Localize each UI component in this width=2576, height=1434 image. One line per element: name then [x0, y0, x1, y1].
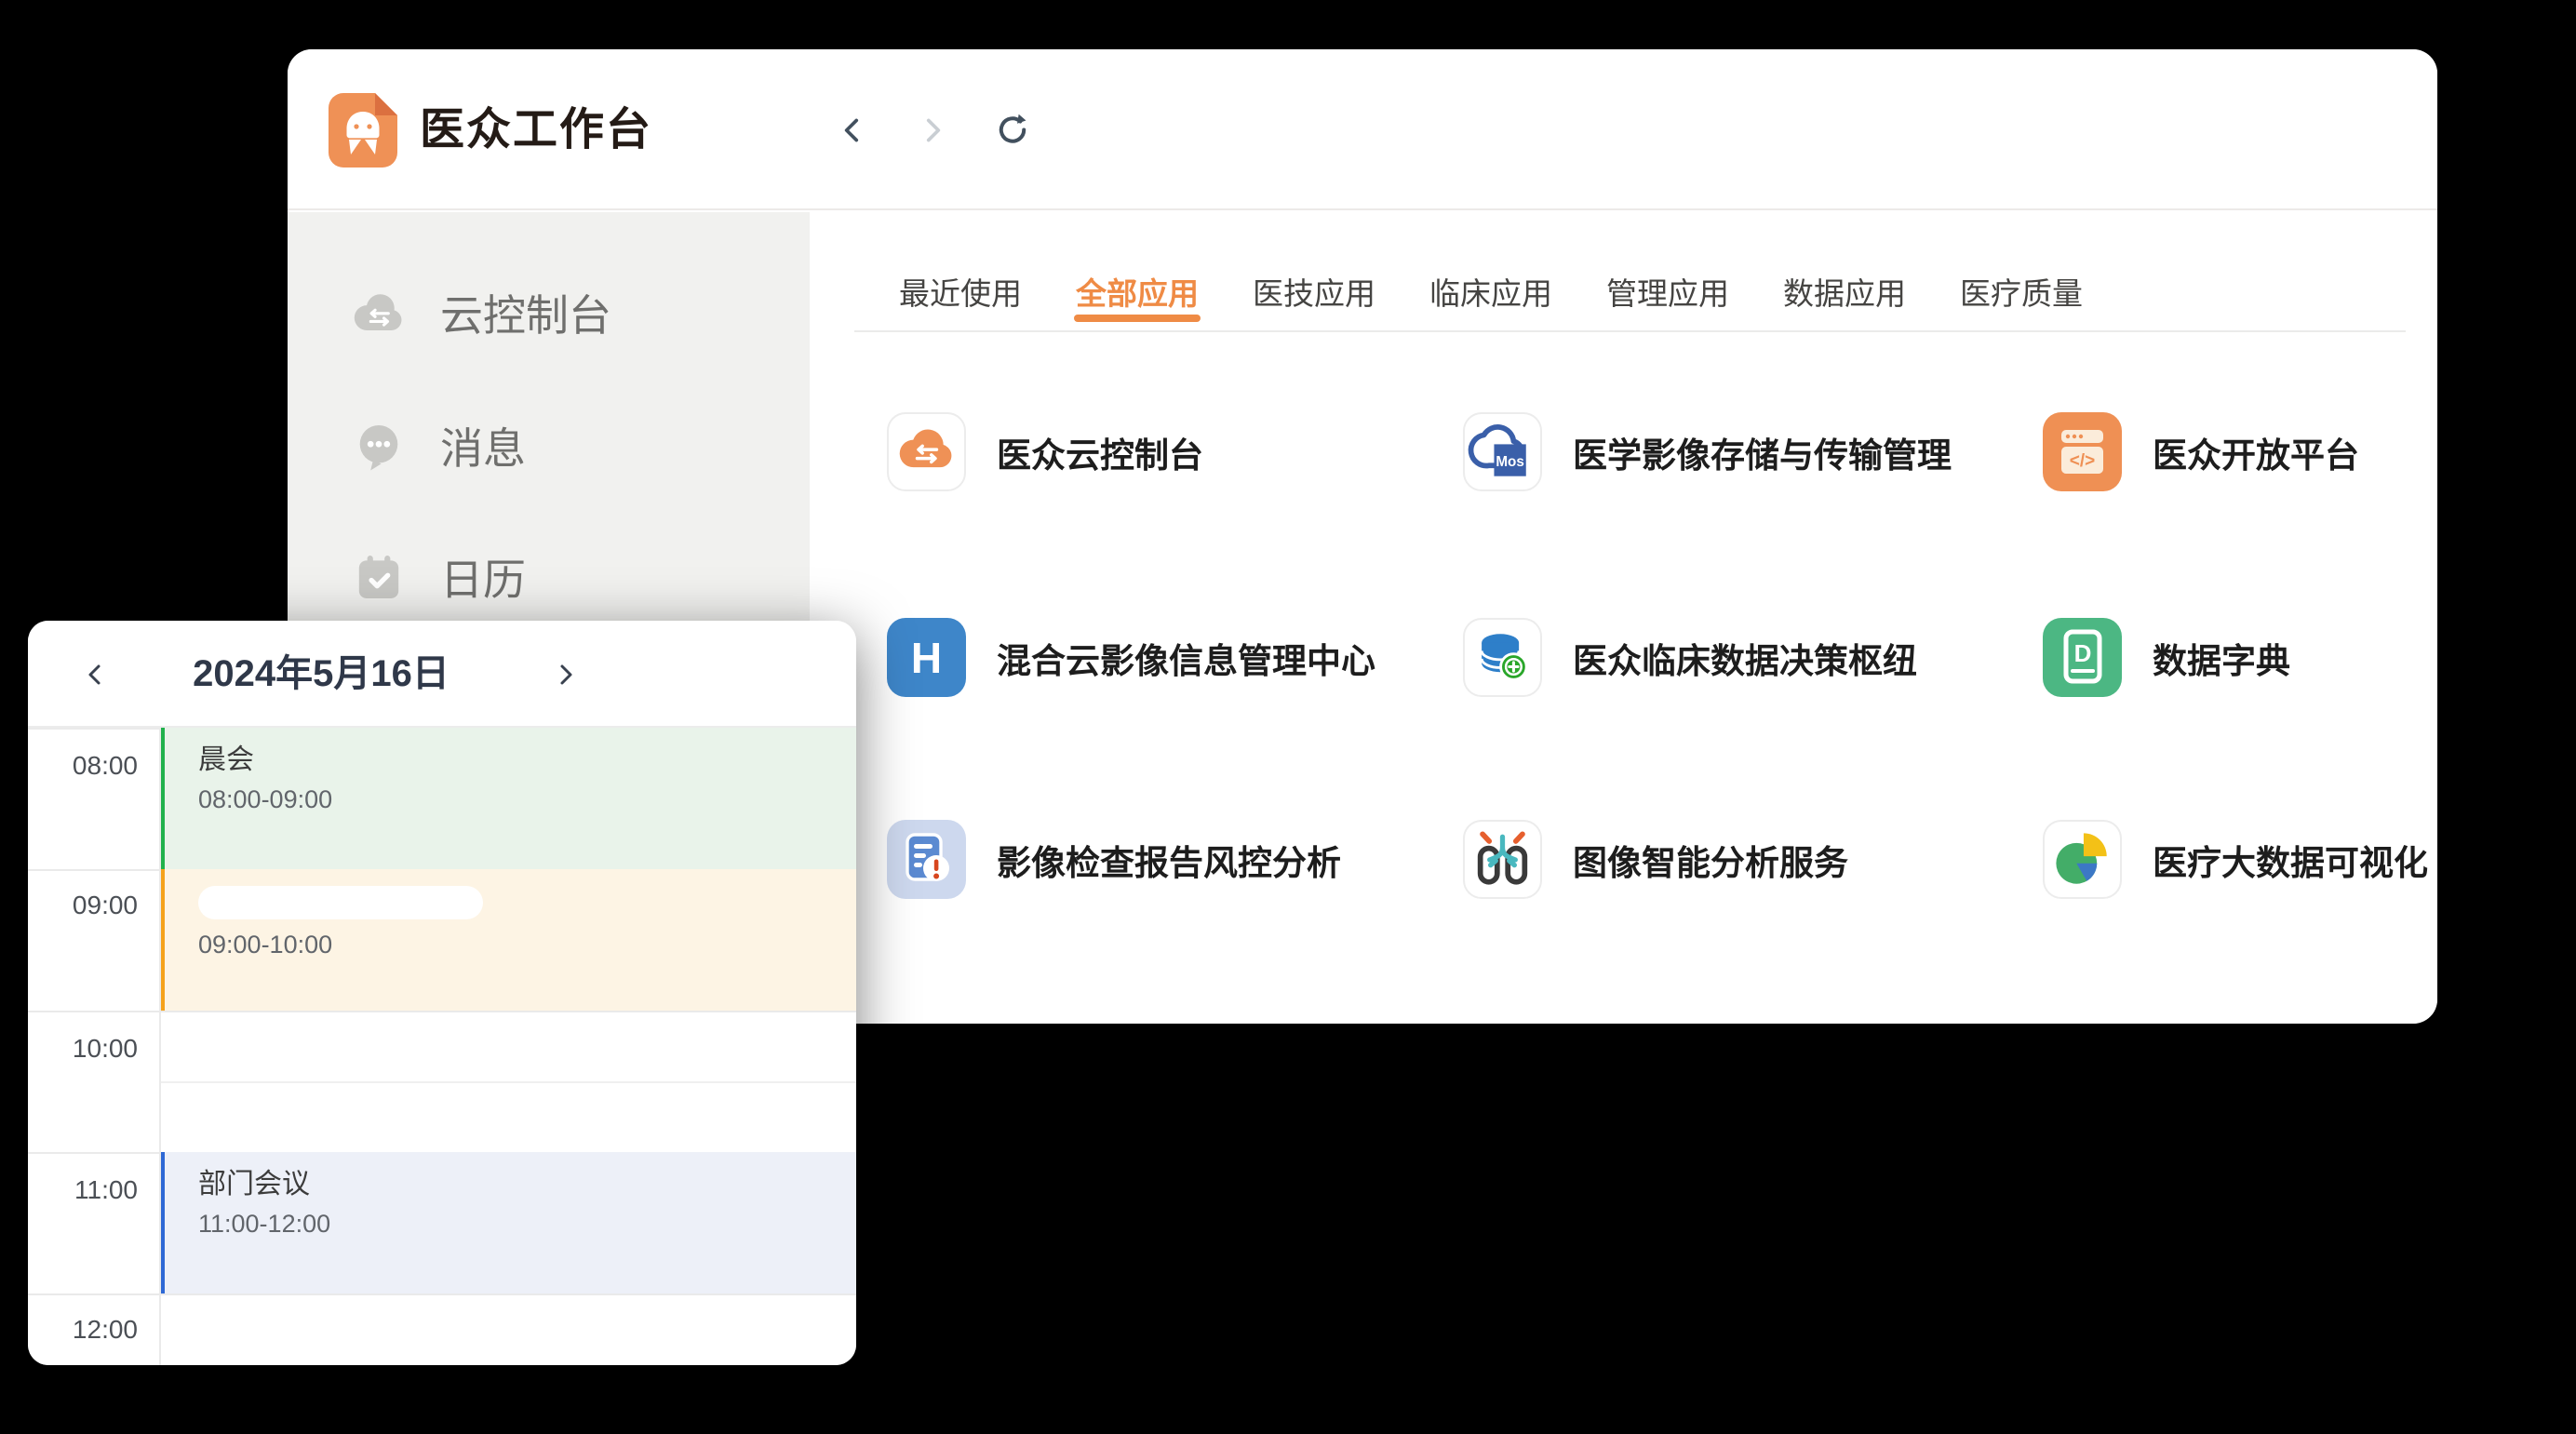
- event-time: 08:00-09:00: [198, 785, 856, 814]
- app-item-open-platform[interactable]: </> 医众开放平台: [2043, 412, 2359, 491]
- app-item-hybrid-cloud-center[interactable]: H 混合云影像信息管理中心: [887, 618, 1375, 697]
- svg-text:</>: </>: [2070, 451, 2095, 471]
- header-nav: [834, 49, 1031, 210]
- app-label: 影像检查报告风控分析: [997, 835, 1341, 885]
- window-header: 医众工作台: [288, 49, 2437, 210]
- hybrid-cloud-h-icon: H: [887, 618, 966, 697]
- time-label: 11:00: [28, 1176, 138, 1204]
- app-item-image-ai-analysis[interactable]: 图像智能分析服务: [1463, 820, 1848, 899]
- back-icon[interactable]: [834, 112, 871, 149]
- pie-chart-icon: [2045, 820, 2120, 899]
- app-label: 医众云控制台: [997, 427, 1203, 477]
- tab-medtech-apps[interactable]: 医技应用: [1253, 273, 1375, 315]
- app-item-cloud-console[interactable]: 医众云控制台: [887, 412, 1203, 491]
- refresh-icon[interactable]: [994, 112, 1031, 149]
- calendar-event-morning-meeting[interactable]: 晨会 08:00-09:00: [159, 728, 856, 869]
- calendar-date-label: 2024年5月16日: [168, 621, 475, 728]
- tabs-divider: [854, 330, 2406, 332]
- event-title: 晨会: [198, 743, 856, 778]
- app-item-data-dictionary[interactable]: D 数据字典: [2043, 618, 2290, 697]
- sidebar-item-label: 云控制台: [440, 282, 611, 343]
- calendar-icon: [351, 549, 407, 605]
- app-item-big-data-visualization[interactable]: 医疗大数据可视化: [2043, 820, 2428, 899]
- calendar-panel: 2024年5月16日 08:00 09:00 10:00 11:00 12:00…: [28, 621, 856, 1365]
- time-label: 09:00: [28, 891, 138, 919]
- forward-icon[interactable]: [914, 112, 951, 149]
- lungs-ai-icon: [1465, 820, 1540, 899]
- tab-admin-apps[interactable]: 管理应用: [1606, 273, 1729, 315]
- app-label: 医众临床数据决策枢纽: [1573, 633, 1917, 683]
- time-label: 08:00: [28, 752, 138, 780]
- app-logo-icon: [329, 93, 397, 168]
- sidebar-item-messages[interactable]: 消息: [288, 404, 810, 488]
- time-label: 10:00: [28, 1035, 138, 1063]
- calendar-header: 2024年5月16日: [28, 621, 856, 728]
- svg-text:Mos: Mos: [1496, 454, 1523, 470]
- hour-line: [28, 1293, 856, 1295]
- report-risk-icon: [887, 820, 966, 899]
- cloud-console-icon: [351, 285, 407, 341]
- time-column-divider: [159, 728, 161, 1365]
- tab-quality[interactable]: 医疗质量: [1960, 273, 2083, 315]
- calendar-event-redacted[interactable]: 09:00-10:00: [159, 869, 856, 1011]
- app-title: 医众工作台: [420, 49, 652, 210]
- calendar-next-day-icon[interactable]: [542, 621, 588, 728]
- open-platform-code-icon: </>: [2043, 412, 2122, 491]
- app-label: 数据字典: [2153, 633, 2290, 683]
- event-time: 11:00-12:00: [198, 1210, 856, 1239]
- cloud-settings-icon: [889, 412, 964, 491]
- sidebar-item-label: 消息: [440, 415, 526, 476]
- clinical-database-icon: [1465, 618, 1540, 697]
- app-item-clinical-data-hub[interactable]: 医众临床数据决策枢纽: [1463, 618, 1917, 697]
- content-area: 最近使用 全部应用 医技应用 临床应用 管理应用 数据应用 医疗质量 医众云控制…: [810, 212, 2437, 1024]
- event-title: 部门会议: [198, 1167, 856, 1202]
- event-time: 09:00-10:00: [198, 931, 856, 959]
- svg-text:D: D: [2074, 639, 2092, 667]
- time-label: 12:00: [28, 1316, 138, 1344]
- app-item-image-storage[interactable]: Mos 医学影像存储与传输管理: [1463, 412, 1952, 491]
- desktop-background: { "header": { "title": "医众工作台", "nav_ico…: [0, 0, 2576, 1434]
- sidebar-item-calendar[interactable]: 日历: [288, 535, 810, 619]
- app-label: 混合云影像信息管理中心: [997, 633, 1375, 683]
- tab-all-apps[interactable]: 全部应用: [1076, 273, 1199, 315]
- message-icon: [351, 418, 407, 474]
- app-label: 医疗大数据可视化: [2153, 835, 2428, 885]
- app-label: 医学影像存储与传输管理: [1573, 427, 1952, 477]
- sidebar-item-label: 日历: [440, 546, 526, 608]
- calendar-prev-day-icon[interactable]: [73, 621, 119, 728]
- svg-text:H: H: [911, 634, 942, 682]
- calendar-event-department-meeting[interactable]: 部门会议 11:00-12:00: [159, 1152, 856, 1293]
- app-label: 医众开放平台: [2153, 427, 2359, 477]
- app-item-report-risk-analysis[interactable]: 影像检查报告风控分析: [887, 820, 1341, 899]
- tab-clinical-apps[interactable]: 临床应用: [1429, 273, 1552, 315]
- hour-line: [28, 1011, 856, 1012]
- sidebar-item-cloud-console[interactable]: 云控制台: [288, 271, 810, 355]
- redacted-event-title: [198, 886, 483, 919]
- half-hour-line: [161, 1081, 856, 1083]
- app-label: 图像智能分析服务: [1573, 835, 1848, 885]
- tab-bar: 最近使用 全部应用 医技应用 临床应用 管理应用 数据应用 医疗质量: [899, 273, 2083, 315]
- calendar-day-grid: 08:00 09:00 10:00 11:00 12:00 晨会 08:00-0…: [28, 728, 856, 1365]
- tab-recent[interactable]: 最近使用: [899, 273, 1022, 315]
- mos-cloud-icon: Mos: [1465, 412, 1540, 491]
- tab-data-apps[interactable]: 数据应用: [1783, 273, 1906, 315]
- data-dictionary-icon: D: [2043, 618, 2122, 697]
